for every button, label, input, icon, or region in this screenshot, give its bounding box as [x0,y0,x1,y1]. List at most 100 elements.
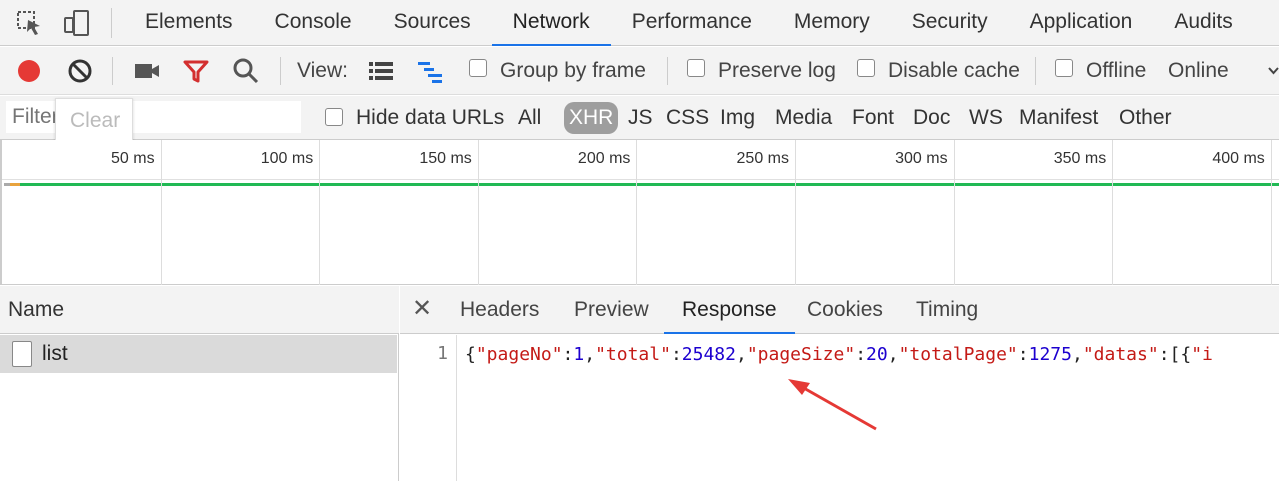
filter-type-other[interactable]: Other [1119,102,1172,134]
offline-checkbox[interactable] [1055,59,1073,77]
throttling-select[interactable]: Online [1168,57,1229,85]
filter-type-font[interactable]: Font [852,102,894,134]
preserve-log-checkbox[interactable] [687,59,705,77]
response-token: :[{ [1158,344,1192,365]
response-token: , [887,344,899,365]
filter-input[interactable] [6,101,301,133]
inspect-element-icon[interactable] [14,8,44,38]
filter-type-xhr[interactable]: XHR [564,102,619,134]
hide-data-urls-checkbox[interactable] [325,108,343,126]
detail-tab-timing[interactable]: Timing [898,286,996,334]
screenshot-camera-icon[interactable] [133,57,161,85]
timeline-grid-line [1112,140,1114,285]
line-number-gutter: 1 [400,335,457,481]
filter-type-manifest[interactable]: Manifest [1019,102,1098,134]
detail-tab-preview[interactable]: Preview [556,286,667,334]
device-toolbar-icon[interactable] [62,8,92,38]
timeline-grid-line [795,140,796,285]
detail-tab-headers[interactable]: Headers [442,286,557,334]
response-token: : [670,344,682,365]
filter-type-css[interactable]: CSS [666,102,709,134]
detail-tab-cookies[interactable]: Cookies [789,286,901,334]
tab-performance[interactable]: Performance [611,0,773,46]
response-token: { [465,344,476,365]
timeline-grid-line [636,140,638,285]
document-icon [12,341,32,367]
response-token: "pageNo" [475,344,563,365]
large-rows-view-icon[interactable] [367,57,395,85]
filter-type-ws[interactable]: WS [969,102,1003,134]
name-column-header[interactable]: Name [0,286,399,334]
timeline-tick-label: 50 ms [111,150,155,167]
response-body[interactable]: {"pageNo":1,"total":25482,"pageSize":20,… [465,343,1213,367]
waterfall-overview-icon[interactable] [416,57,444,85]
timeline-grid-line [319,140,321,285]
annotation-arrow-icon [788,379,877,431]
timeline-grid-line [1270,140,1272,285]
tab-audits[interactable]: Audits [1153,0,1253,46]
timeline-grid-line [160,140,162,285]
toolbar-separator [280,57,281,85]
response-token: "totalPage" [898,344,1018,365]
response-token: 20 [866,344,888,365]
timeline-tick-label: 200 ms [577,150,631,167]
filter-type-media[interactable]: Media [775,102,832,134]
request-name: list [42,342,68,365]
search-icon[interactable] [232,57,260,85]
timeline-overview[interactable]: 50 ms 100 ms 150 ms 200 ms 250 ms 300 ms 350 m… [0,140,1279,285]
response-token: : [562,344,574,365]
clear-filter-popup[interactable]: Clear [55,98,133,142]
tab-console[interactable]: Console [254,0,373,46]
request-list: Name list [0,286,399,481]
response-token: 1275 [1028,344,1072,365]
timeline-grid-line [953,140,955,285]
tab-memory[interactable]: Memory [773,0,891,46]
filter-type-all[interactable]: All [518,102,541,134]
view-label: View: [297,59,348,82]
response-token: "datas" [1082,344,1159,365]
timeline-dom-content-line [20,183,1279,186]
tab-network[interactable]: Network [491,0,611,46]
request-row[interactable]: list [0,335,397,373]
tab-sources[interactable]: Sources [373,0,492,46]
timeline-tick-label: 250 ms [736,150,789,167]
response-token: , [1071,344,1083,365]
close-icon[interactable]: ✕ [412,294,432,324]
response-token: "total" [595,344,671,365]
disable-cache-checkbox[interactable] [857,59,875,77]
disable-cache-label: Disable cache [888,59,1020,82]
filter-type-img[interactable]: Img [720,102,755,134]
response-token: 25482 [681,344,736,365]
group-by-frame-label: Group by frame [500,59,646,82]
tab-application[interactable]: Application [1009,0,1154,46]
detail-tab-response[interactable]: Response [664,286,795,334]
group-by-frame-checkbox[interactable] [469,59,487,77]
response-token: , [735,344,747,365]
response-token: "pageSize" [746,344,856,365]
filter-type-doc[interactable]: Doc [913,102,950,134]
response-token: : [855,344,867,365]
filter-funnel-icon[interactable] [182,57,210,85]
timeline-tick-label: 350 ms [1053,150,1107,167]
record-icon[interactable] [15,57,43,85]
tab-elements[interactable]: Elements [124,0,254,46]
offline-label: Offline [1086,59,1147,82]
chevron-down-icon[interactable] [1268,67,1279,75]
detail-tabbar: ✕ Headers Preview Response Cookies Timing [400,286,1279,334]
timeline-grid-line [477,140,479,285]
devtools-tabbar: Elements Console Sources Network Performance… [0,0,1279,46]
timeline-tick-label: 150 ms [419,150,472,167]
timeline-header-divider [2,179,1279,180]
filter-type-js[interactable]: JS [628,102,653,134]
response-token: "i [1191,344,1213,365]
response-token: , [584,344,596,365]
clear-log-icon[interactable] [66,57,94,85]
timeline-tick-label: 400 ms [1212,150,1265,167]
preserve-log-label: Preserve log [718,59,836,82]
network-toolbar: View: Group by frame Preserve log Disabl… [0,47,1279,95]
toolbar-separator [1035,57,1036,85]
hide-data-urls-label: Hide data URLs [356,106,505,129]
tabbar-separator [111,8,112,38]
timeline-request-waiting [4,183,10,186]
tab-security[interactable]: Security [891,0,1009,46]
